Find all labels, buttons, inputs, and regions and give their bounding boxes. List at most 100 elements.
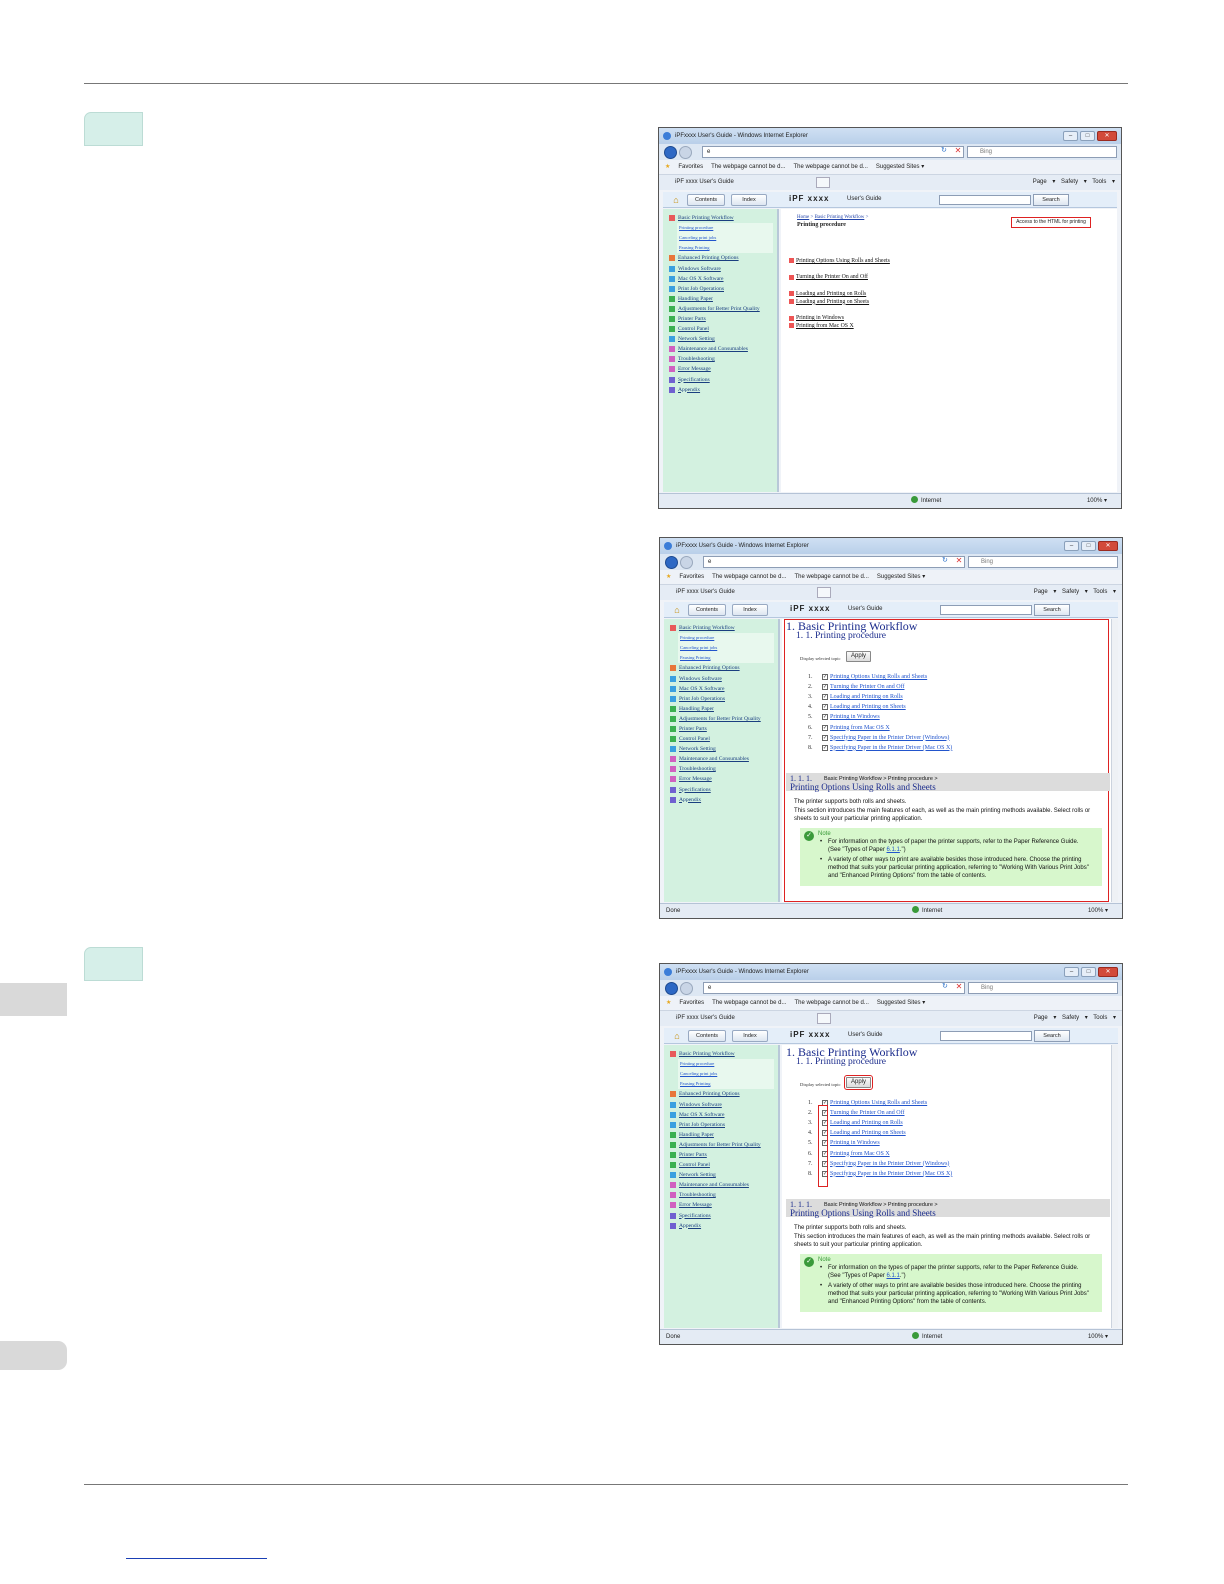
paper-types-link[interactable]: 6.1.1 — [887, 847, 900, 853]
nav-item[interactable]: Control Panel — [664, 734, 778, 744]
forward-icon[interactable] — [680, 556, 693, 569]
topic-checkbox[interactable]: ✓ — [822, 744, 828, 751]
topic-link[interactable]: Specifying Paper in the Printer Driver (… — [830, 1171, 952, 1177]
nav-item[interactable]: Enhanced Printing Options — [664, 663, 778, 673]
fav-link-3[interactable]: Suggested Sites ▾ — [876, 164, 924, 170]
topic-checkbox[interactable]: ✓ — [822, 674, 828, 681]
topic-link[interactable]: Printing in Windows — [789, 314, 890, 322]
search-input[interactable]: Bing — [967, 146, 1117, 158]
nav-item[interactable]: Network Setting — [663, 334, 777, 344]
nav-item[interactable]: Specifications — [664, 1211, 778, 1221]
nav-item[interactable]: Handling Paper — [663, 294, 777, 304]
fav-link-1[interactable]: The webpage cannot be d... — [711, 164, 785, 170]
refresh-icon[interactable]: ↻ — [942, 982, 948, 990]
nav-item[interactable]: Maintenance and Consumables — [664, 1180, 778, 1190]
fav-link-3[interactable]: Suggested Sites ▾ — [877, 574, 925, 580]
paper-types-link[interactable]: 6.1.1 — [887, 1273, 900, 1279]
nav-item-basic-printing-workflow[interactable]: Basic Printing Workflow — [664, 1049, 778, 1059]
browser-tab[interactable]: iPF xxxx User's Guide — [666, 586, 816, 599]
nav-item[interactable]: Adjustments for Better Print Quality — [664, 1140, 778, 1150]
close-button[interactable]: ✕ — [1097, 131, 1117, 141]
guide-search-input[interactable] — [939, 195, 1031, 205]
topic-checkbox[interactable]: ✓ — [822, 734, 828, 741]
topic-link[interactable]: Printing from Mac OS X — [789, 322, 890, 330]
home-icon[interactable]: ⌂ — [670, 1030, 684, 1042]
nav-item[interactable]: Print Job Operations — [663, 284, 777, 294]
stop-icon[interactable]: ✕ — [953, 146, 963, 156]
nav-item[interactable]: Print Job Operations — [664, 1120, 778, 1130]
tab-contents[interactable]: Contents — [688, 1030, 726, 1042]
favorites-button[interactable]: Favorites — [679, 574, 704, 580]
topic-link[interactable]: Loading and Printing on Sheets — [830, 1130, 906, 1136]
nav-item[interactable]: Enhanced Printing Options — [664, 1089, 778, 1099]
close-button[interactable]: ✕ — [1098, 967, 1118, 977]
favorites-button[interactable]: Favorites — [678, 164, 703, 170]
footer-link-underline[interactable] — [126, 1558, 267, 1559]
fav-link-1[interactable]: The webpage cannot be d... — [712, 1000, 786, 1006]
nav-item[interactable]: Troubleshooting — [663, 354, 777, 364]
scrollbar[interactable] — [1111, 619, 1118, 902]
close-button[interactable]: ✕ — [1098, 541, 1118, 551]
command-bar[interactable]: Page ▾ Safety ▾ Tools ▾ — [1034, 585, 1116, 600]
tab-index[interactable]: Index — [732, 1030, 768, 1042]
topic-link[interactable]: Loading and Printing on Sheets — [830, 704, 906, 710]
nav-item[interactable]: Windows Software — [664, 1099, 778, 1109]
address-bar[interactable]: e — [703, 982, 965, 994]
nav-item[interactable]: Control Panel — [664, 1160, 778, 1170]
nav-item[interactable]: Error Message — [663, 364, 777, 374]
nav-item[interactable]: Print Job Operations — [664, 694, 778, 704]
fav-link-2[interactable]: The webpage cannot be d... — [794, 1000, 868, 1006]
nav-item[interactable]: Network Setting — [664, 744, 778, 754]
maximize-button[interactable]: □ — [1080, 131, 1095, 141]
browser-tab[interactable]: iPF xxxx User's Guide — [666, 1012, 816, 1025]
search-input[interactable]: Bing — [968, 556, 1118, 568]
nav-item[interactable]: Printer Parts — [664, 1150, 778, 1160]
back-icon[interactable] — [665, 982, 678, 995]
tab-contents[interactable]: Contents — [687, 194, 725, 206]
nav-item[interactable]: Windows Software — [664, 673, 778, 683]
nav-item[interactable]: Windows Software — [663, 263, 777, 273]
nav-item[interactable]: Printer Parts — [663, 314, 777, 324]
nav-item[interactable]: Specifications — [663, 375, 777, 385]
nav-item[interactable]: Mac OS X Software — [663, 274, 777, 284]
topic-link[interactable]: Printing from Mac OS X — [830, 1151, 890, 1157]
nav-item[interactable]: Appendix — [664, 795, 778, 805]
nav-subitem[interactable]: Pausing Printing — [677, 243, 773, 254]
topic-link[interactable]: Turning the Printer On and Off — [830, 684, 905, 690]
nav-item[interactable]: Mac OS X Software — [664, 1110, 778, 1120]
nav-item[interactable]: Appendix — [664, 1221, 778, 1231]
guide-search-button[interactable]: Search — [1034, 1030, 1070, 1042]
topic-checkbox[interactable]: ✓ — [822, 724, 828, 731]
tab-contents[interactable]: Contents — [688, 604, 726, 616]
favorites-button[interactable]: Favorites — [679, 1000, 704, 1006]
guide-search-button[interactable]: Search — [1034, 604, 1070, 616]
nav-item[interactable]: Handling Paper — [664, 704, 778, 714]
breadcrumb-section[interactable]: Basic Printing Workflow — [815, 215, 865, 220]
apply-button[interactable]: Apply — [844, 1075, 873, 1090]
nav-subitem[interactable]: Canceling print jobs — [677, 233, 773, 244]
nav-item[interactable]: Appendix — [663, 385, 777, 395]
minimize-button[interactable]: – — [1064, 541, 1079, 551]
topic-link[interactable]: Turning the Printer On and Off — [830, 1110, 905, 1116]
browser-tab[interactable]: iPF xxxx User's Guide — [665, 176, 815, 189]
new-tab-button[interactable] — [817, 1013, 831, 1024]
nav-item[interactable]: Adjustments for Better Print Quality — [663, 304, 777, 314]
command-bar[interactable]: Page ▾ Safety ▾ Tools ▾ — [1034, 1011, 1116, 1026]
guide-search-button[interactable]: Search — [1033, 194, 1069, 206]
print-html-button[interactable]: Access to the HTML for printing — [1011, 217, 1091, 228]
maximize-button[interactable]: □ — [1081, 541, 1096, 551]
home-icon[interactable]: ⌂ — [670, 604, 684, 616]
breadcrumb-home[interactable]: Home — [797, 215, 809, 220]
back-icon[interactable] — [664, 146, 677, 159]
fav-link-2[interactable]: The webpage cannot be d... — [794, 574, 868, 580]
new-tab-button[interactable] — [816, 177, 830, 188]
new-tab-button[interactable] — [817, 587, 831, 598]
nav-subitem[interactable]: Canceling print jobs — [678, 643, 774, 654]
topic-link[interactable]: Printing Options Using Rolls and Sheets — [830, 1100, 927, 1106]
topic-link[interactable]: Loading and Printing on Rolls — [830, 1120, 903, 1126]
nav-item[interactable]: Error Message — [664, 1200, 778, 1210]
topic-link[interactable]: Specifying Paper in the Printer Driver (… — [830, 745, 952, 751]
nav-item[interactable]: Troubleshooting — [664, 764, 778, 774]
nav-item[interactable]: Printer Parts — [664, 724, 778, 734]
minimize-button[interactable]: – — [1063, 131, 1078, 141]
